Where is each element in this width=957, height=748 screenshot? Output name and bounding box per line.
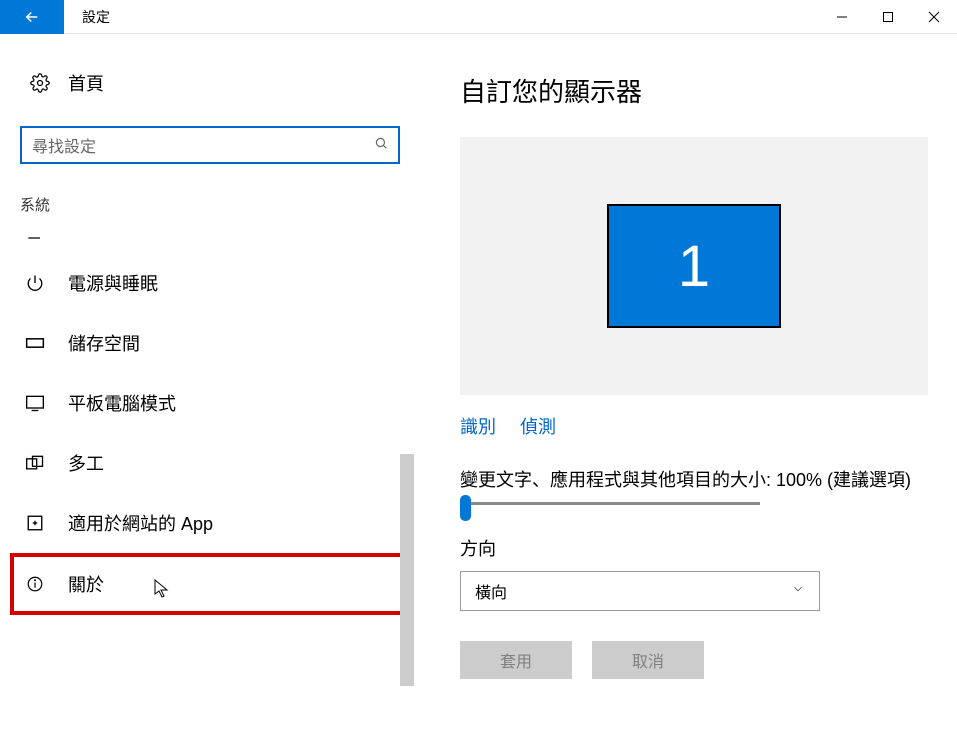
apply-button[interactable]: 套用 [460,641,572,679]
search-input[interactable]: 尋找設定 [20,126,400,164]
sidebar-item-storage[interactable]: 儲存空間 [20,313,410,373]
tablet-icon [24,394,46,412]
close-icon [928,11,940,23]
home-link[interactable]: 首頁 [20,70,420,96]
maximize-icon [882,11,894,23]
open-icon [24,514,46,532]
detect-link[interactable]: 偵測 [520,413,556,439]
back-button[interactable] [0,0,64,34]
sidebar-item-power[interactable]: 電源與睡眠 [20,253,410,313]
app-title: 設定 [82,7,110,27]
slider-thumb[interactable] [460,495,471,521]
sidebar-item-label: 關於 [68,571,104,597]
monitor-number: 1 [678,233,710,300]
orientation-select[interactable]: 橫向 [460,571,820,611]
chevron-down-icon [791,582,805,601]
sidebar-item-label: 儲存空間 [68,330,140,356]
scale-slider[interactable] [460,502,760,505]
bell-icon [24,223,46,243]
orientation-label: 方向 [460,535,928,561]
maximize-button[interactable] [865,0,911,34]
sidebar-item-label: 平板電腦模式 [68,390,176,416]
sidebar-item-label: 多工 [68,450,104,476]
scrollbar[interactable] [400,282,414,702]
section-label: 系統 [20,194,420,215]
home-label: 首頁 [68,70,104,96]
main-content: 自訂您的顯示器 1 識別 偵測 變更文字、應用程式與其他項目的大小: 100% … [420,34,957,748]
search-icon [374,136,388,155]
close-button[interactable] [911,0,957,34]
window-controls [819,0,957,34]
nav-list: 電源與睡眠 儲存空間 平板電腦模式 多工 [20,223,410,615]
cursor-icon [154,579,170,604]
back-arrow-icon [23,8,41,26]
cancel-label: 取消 [632,648,664,672]
sidebar-item-truncated[interactable] [20,223,410,253]
power-icon [24,274,46,292]
info-icon [24,575,46,593]
cancel-button[interactable]: 取消 [592,641,704,679]
sidebar-item-about[interactable]: 關於 [10,553,410,615]
gear-icon [30,73,50,93]
sidebar-item-apps-for-websites[interactable]: 適用於網站的 App [20,493,410,553]
minimize-icon [836,11,848,23]
titlebar: 設定 [0,0,957,34]
orientation-value: 橫向 [475,579,507,603]
sidebar-item-tablet[interactable]: 平板電腦模式 [20,373,410,433]
apply-label: 套用 [500,648,532,672]
monitor-1[interactable]: 1 [607,204,781,328]
scrollbar-thumb[interactable] [400,454,414,686]
sidebar-item-multitask[interactable]: 多工 [20,433,410,493]
slider-track [460,502,760,505]
display-preview[interactable]: 1 [460,137,928,395]
identify-link[interactable]: 識別 [460,413,496,439]
sidebar: 首頁 尋找設定 系統 電源與睡眠 [0,34,420,748]
multitask-icon [24,455,46,471]
storage-icon [24,336,46,350]
scale-label: 變更文字、應用程式與其他項目的大小: 100% (建議選項) [460,467,928,494]
search-placeholder: 尋找設定 [32,133,96,157]
sidebar-item-label: 電源與睡眠 [68,270,158,296]
sidebar-item-label: 適用於網站的 App [68,510,213,536]
main-title: 自訂您的顯示器 [460,72,928,109]
minimize-button[interactable] [819,0,865,34]
